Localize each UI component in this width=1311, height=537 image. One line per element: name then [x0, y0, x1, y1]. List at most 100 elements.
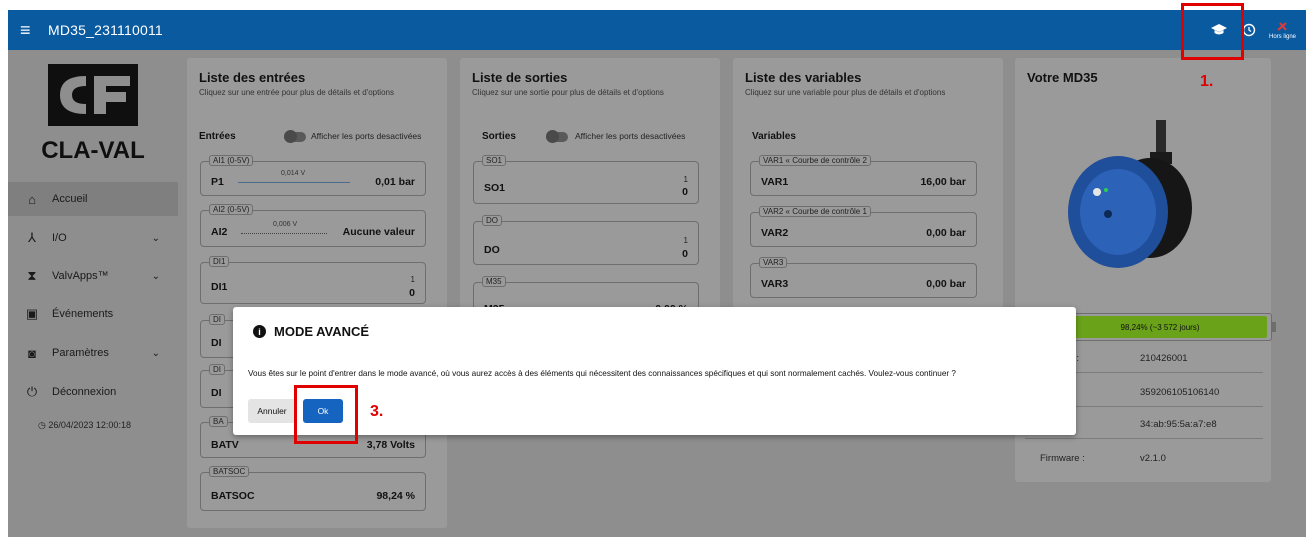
settings-icon: ◙: [28, 345, 36, 361]
show-disabled-toggle[interactable]: [284, 130, 306, 143]
sidebar-item-accueil[interactable]: ⌂ Accueil: [8, 182, 178, 216]
card-title: Liste des variables: [745, 70, 862, 85]
level-bar: [238, 182, 350, 183]
chevron-down-icon: ⌄: [151, 270, 160, 282]
hamburger-icon[interactable]: ≡: [20, 21, 42, 39]
input-di1[interactable]: DI1 DI1 1 0: [200, 256, 426, 304]
dialog-header: i MODE AVANCÉ: [253, 324, 369, 339]
port-name: SO1: [484, 182, 506, 194]
port-high-value: 1: [683, 175, 688, 184]
port-tag: DI1: [209, 256, 230, 267]
level-bar: [241, 233, 327, 234]
sidebar-item-label: ValvApps™: [52, 270, 109, 282]
dialog-title: MODE AVANCÉ: [274, 324, 370, 339]
port-name: DI: [211, 387, 222, 399]
toggle-label: Afficher les ports desactivées: [575, 131, 686, 141]
cancel-button[interactable]: Annuler: [248, 399, 296, 423]
port-high-value: 1: [683, 236, 688, 245]
port-tag: AI2 (0-5V): [209, 204, 254, 215]
step-3-label: 3.: [370, 403, 384, 420]
port-value: 0: [409, 287, 415, 299]
output-so1[interactable]: SO1 SO1 1 0: [473, 155, 699, 204]
sidebar-item-label: Déconnexion: [52, 386, 117, 398]
port-name: DI1: [211, 281, 228, 293]
card-subtitle: Cliquez sur une entrée pour plus de déta…: [199, 88, 394, 97]
sidebar-item-deconnexion[interactable]: ⏻ Déconnexion: [8, 375, 178, 409]
port-value: 0,01 bar: [375, 176, 415, 188]
sidebar-item-label: Paramètres: [52, 347, 109, 359]
last-sync-timestamp: ◷ 26/04/2023 12:00:18: [38, 420, 131, 431]
input-ai1[interactable]: AI1 (0-5V) P1 0,014 V 0,01 bar: [200, 155, 426, 196]
port-value: 0: [682, 186, 688, 198]
md35-device-image: [1050, 120, 1200, 280]
info-icon: i: [253, 325, 266, 338]
sidebar-item-evenements[interactable]: ▣ Événements: [8, 297, 178, 331]
port-name: BATSOC: [211, 490, 255, 502]
highlight-step-1: [1181, 3, 1244, 60]
valve-icon: ⧗: [27, 268, 37, 283]
sidebar-item-io[interactable]: ⅄ I/O ⌄: [8, 221, 178, 255]
input-batsoc[interactable]: BATSOC BATSOC 98,24 %: [200, 466, 426, 511]
outputs-card: Liste de sorties Cliquez sur une sortie …: [460, 58, 720, 328]
sidebar-item-valvapps[interactable]: ⧗ ValvApps™ ⌄: [8, 259, 178, 293]
info-value: v2.1.0: [1140, 453, 1166, 464]
calendar-icon: ▣: [25, 306, 39, 321]
variable-name: VAR3: [761, 278, 789, 290]
card-title: Liste de sorties: [472, 70, 568, 85]
variable-tag: VAR1 « Courbe de contrôle 2: [759, 155, 871, 166]
port-tag: BA: [209, 416, 228, 427]
port-tag: DO: [482, 215, 502, 226]
port-tag: SO1: [482, 155, 507, 166]
dialog-message: Vous êtes sur le point d'entrer dans le …: [248, 369, 956, 378]
chevron-down-icon: ⌄: [151, 232, 160, 244]
port-name: BATV: [211, 439, 239, 451]
app-header: ≡ MD35_231110011 Hors ligne: [8, 10, 1306, 50]
output-do[interactable]: DO DO 1 0: [473, 215, 699, 265]
battery-indicator: 98,24% (~3 572 jours): [1050, 313, 1276, 341]
variable-var2[interactable]: VAR2 « Courbe de contrôle 1 VAR2 0,00 ba…: [750, 206, 977, 247]
input-ai2[interactable]: AI2 (0-5V) AI2 0,006 V Aucune valeur: [200, 204, 426, 247]
card-title: Votre MD35: [1027, 70, 1098, 85]
port-name: DO: [484, 244, 500, 256]
variables-card: Liste des variables Cliquez sur une vari…: [733, 58, 1003, 308]
toggle-label: Afficher les ports desactivées: [311, 131, 422, 141]
port-tag: AI1 (0-5V): [209, 155, 254, 166]
show-disabled-toggle[interactable]: [546, 130, 568, 143]
highlight-step-3: [294, 385, 358, 444]
variable-value: 0,00 bar: [926, 278, 966, 290]
variable-name: VAR1: [761, 176, 789, 188]
card-title: Liste des entrées: [199, 70, 306, 85]
sidebar-item-label: I/O: [52, 232, 67, 244]
port-value: 0: [682, 248, 688, 260]
port-high-value: 1: [410, 275, 415, 284]
port-value: Aucune valeur: [342, 226, 415, 238]
variable-name: VAR2: [761, 227, 789, 239]
section-label: Variables: [752, 131, 796, 142]
timestamp-text: 26/04/2023 12:00:18: [48, 420, 131, 430]
port-value: 3,78 Volts: [366, 439, 415, 451]
home-icon: ⌂: [28, 191, 36, 207]
raw-voltage: 0,006 V: [273, 221, 298, 228]
sidebar: CLA-VAL ⌂ Accueil ⅄ I/O ⌄ ⧗ ValvApps™ ⌄ …: [8, 50, 178, 537]
info-value: 359206105106140: [1140, 387, 1220, 398]
sidebar-item-label: Événements: [52, 308, 114, 320]
port-name: P1: [211, 176, 224, 188]
variable-var1[interactable]: VAR1 « Courbe de contrôle 2 VAR1 16,00 b…: [750, 155, 977, 196]
sidebar-item-parametres[interactable]: ◙ Paramètres ⌄: [8, 336, 178, 370]
raw-voltage: 0,014 V: [281, 170, 306, 177]
info-value: 34:ab:95:5a:a7:e8: [1140, 419, 1217, 430]
port-value: 98,24 %: [376, 490, 415, 502]
variable-tag: VAR3: [759, 257, 788, 268]
power-icon: ⏻: [26, 384, 38, 399]
sidebar-item-label: Accueil: [52, 193, 88, 205]
offline-icon: [1277, 22, 1288, 31]
port-name: AI2: [211, 226, 228, 238]
port-name: DI: [211, 337, 222, 349]
chevron-down-icon: ⌄: [151, 347, 160, 359]
offline-indicator[interactable]: Hors ligne: [1269, 20, 1296, 40]
section-label: Sorties: [482, 131, 516, 142]
port-tag: M35: [482, 276, 506, 287]
info-key: Firmware :: [1040, 453, 1085, 464]
variable-var3[interactable]: VAR3 VAR3 0,00 bar: [750, 257, 977, 298]
variable-value: 16,00 bar: [920, 176, 966, 188]
